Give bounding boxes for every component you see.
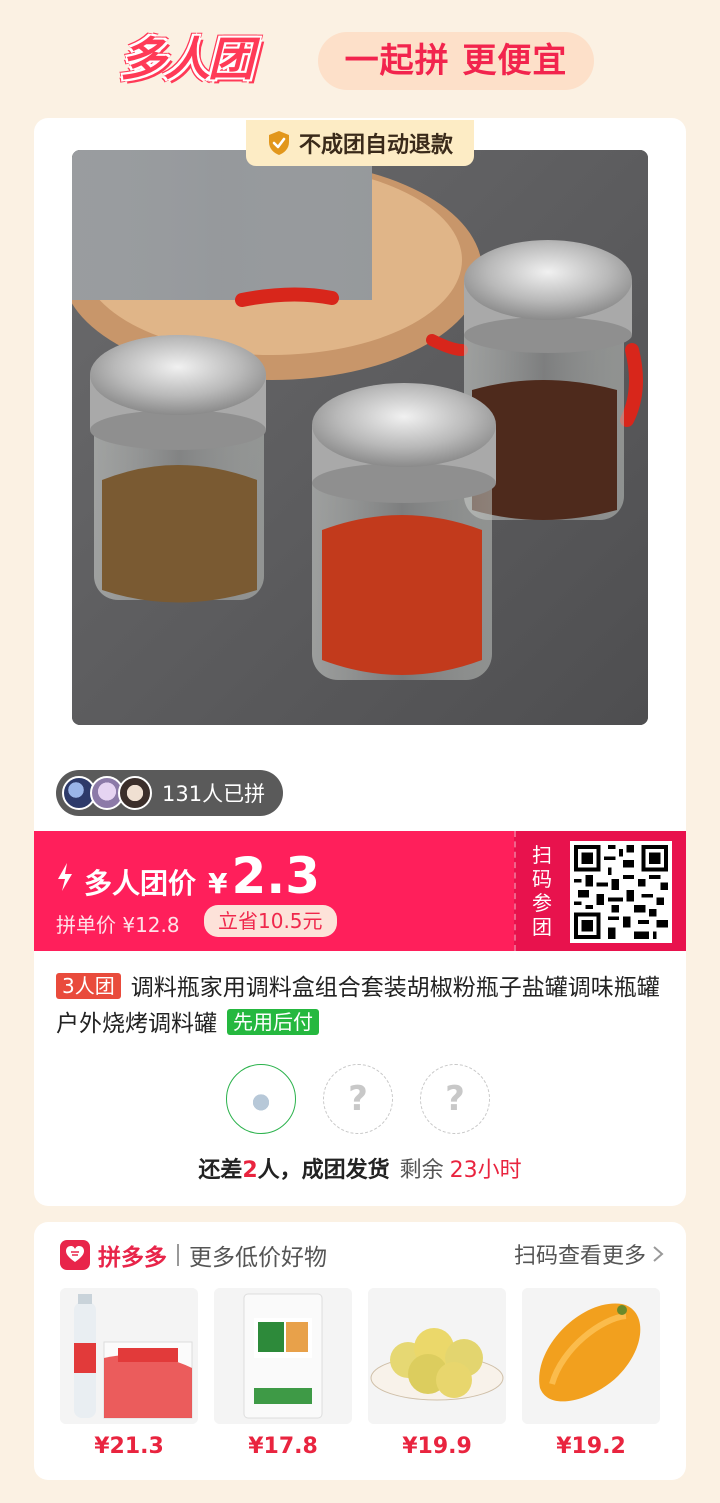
scan-to-join-label: 扫码参团 <box>532 843 552 939</box>
slogan-pill: 一起拼 更便宜 <box>318 32 594 90</box>
goods-item[interactable]: ¥17.8 <box>214 1288 352 1459</box>
recommend-subtitle: 更多低价好物 <box>189 1245 327 1271</box>
group-price: 多人团价 ¥ 2.3 <box>56 851 320 902</box>
member-slot-empty[interactable]: ? <box>420 1064 490 1134</box>
joined-count-pill: 131人已拼 <box>56 770 283 816</box>
scan-to-join[interactable]: 扫码参团 <box>514 831 686 951</box>
recommend-goods: ¥21.3 ¥17.8 ¥19.9 ¥19.2 <box>60 1288 660 1459</box>
brand-name: 拼多多 <box>98 1245 167 1271</box>
refund-badge: 不成团自动退款 <box>246 120 474 166</box>
currency-symbol: ¥ <box>208 867 228 900</box>
goods-item[interactable]: ¥21.3 <box>60 1288 198 1459</box>
group-price-label: 多人团价 <box>84 867 197 900</box>
scan-more-link[interactable]: 扫码查看更多 <box>514 1238 664 1270</box>
divider <box>177 1244 179 1266</box>
group-price-value: 2.3 <box>231 847 321 905</box>
multi-group-logo: 多人团 <box>120 32 254 86</box>
avatar <box>118 776 152 810</box>
question-mark-icon: ? <box>445 1079 465 1119</box>
chevron-right-icon <box>653 1246 664 1262</box>
qr-code-icon <box>574 845 668 939</box>
member-slot-filled <box>226 1064 296 1134</box>
team-size-tag: 3人团 <box>56 973 121 999</box>
lemons-image <box>368 1288 506 1424</box>
remaining-label: 剩余 <box>399 1158 444 1183</box>
price-bar: 多人团价 ¥ 2.3 拼单价 ¥12.8 立省10.5元 扫码参团 <box>34 831 686 951</box>
goods-price: ¥19.9 <box>402 1434 472 1459</box>
product-title: 3人团 调料瓶家用调料盒组合套装胡椒粉瓶子盐罐调味瓶罐户外烧烤调料罐 先用后付 <box>56 970 668 1042</box>
savings-badge: 立省10.5元 <box>204 905 337 937</box>
group-buy-card: 不成团自动退款 131人已拼 多人团价 ¥ 2.3 拼单价 ¥12.8 立省10… <box>34 118 686 1206</box>
refund-text: 不成团自动退款 <box>298 133 453 158</box>
product-image[interactable] <box>72 150 648 725</box>
group-members: ? ? <box>226 1064 490 1134</box>
question-mark-icon: ? <box>348 1079 368 1119</box>
status-remaining-count: 2 <box>242 1158 258 1183</box>
single-buy-price: 拼单价 ¥12.8 <box>56 913 180 937</box>
avatar-stack <box>62 776 152 810</box>
brand-row: 拼多多 更多低价好物 <box>60 1238 327 1272</box>
remaining-time: 23小时 <box>449 1158 522 1183</box>
shield-check-icon <box>268 131 289 155</box>
scan-more-label: 扫码查看更多 <box>513 1244 646 1269</box>
status-suffix: 人，成团发货 <box>257 1158 390 1183</box>
mango-image <box>522 1288 660 1424</box>
product-title-text: 调料瓶家用调料盒组合套装胡椒粉瓶子盐罐调味瓶罐户外烧烤调料罐 <box>56 975 660 1037</box>
flour-bag-image <box>214 1288 352 1424</box>
lightning-icon <box>58 862 72 891</box>
avatar <box>244 1082 278 1116</box>
pinduoduo-logo-icon <box>60 1240 90 1270</box>
spice-jars-image <box>72 150 648 725</box>
goods-item[interactable]: ¥19.9 <box>368 1288 506 1459</box>
goods-price: ¥21.3 <box>94 1434 164 1459</box>
recommend-card: 拼多多 更多低价好物 扫码查看更多 ¥21.3 ¥17.8 ¥19.9 ¥19.… <box>34 1222 686 1480</box>
joined-count-text: 131人已拼 <box>162 782 266 806</box>
goods-item[interactable]: ¥19.2 <box>522 1288 660 1459</box>
group-status: 还差2人，成团发货 剩余 23小时 <box>34 1152 686 1184</box>
goods-price: ¥17.8 <box>248 1434 318 1459</box>
water-bottles-image <box>60 1288 198 1424</box>
qr-code[interactable] <box>570 841 672 943</box>
heart-icon <box>66 1246 84 1262</box>
status-prefix: 还差 <box>198 1158 243 1183</box>
pay-later-tag: 先用后付 <box>227 1009 319 1035</box>
member-slot-empty[interactable]: ? <box>323 1064 393 1134</box>
goods-price: ¥19.2 <box>556 1434 626 1459</box>
